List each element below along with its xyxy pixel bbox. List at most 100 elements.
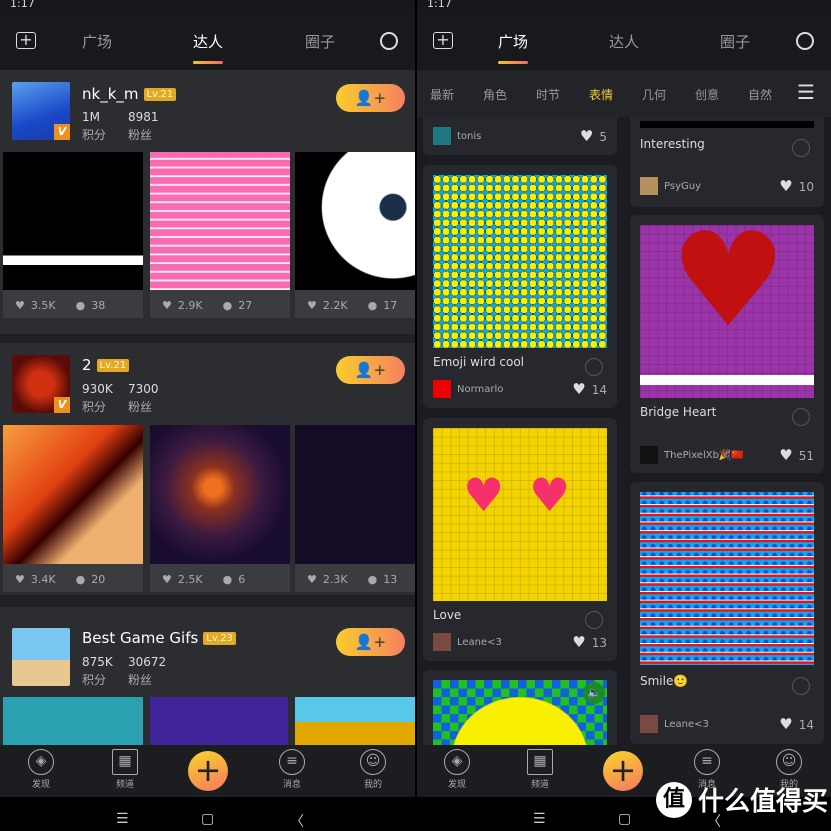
- watermark-icon: 值: [656, 781, 692, 818]
- category-seasons[interactable]: 时节: [536, 86, 560, 103]
- author-name[interactable]: Leane<3: [457, 637, 502, 648]
- fans-label: 粉丝: [128, 400, 153, 414]
- cast-icon[interactable]: [792, 139, 810, 157]
- heart-icon[interactable]: ♥: [572, 380, 585, 398]
- avatar[interactable]: V: [12, 82, 70, 140]
- sound-icon[interactable]: 🔈: [583, 682, 605, 704]
- cast-icon[interactable]: [792, 677, 810, 695]
- work-card[interactable]: ♥ ♥ Love Leane<3 ♥ 13: [423, 418, 617, 661]
- user-name[interactable]: Best Game Gifs: [82, 629, 198, 647]
- tab-experts[interactable]: 达人: [609, 31, 639, 52]
- work-thumb[interactable]: [3, 697, 143, 747]
- work-card[interactable]: ♥ Bridge Heart ThePixelXb🎉🇨🇳 ♥ 51: [630, 215, 824, 473]
- tv-add-icon[interactable]: +: [433, 32, 453, 49]
- tv-add-icon[interactable]: +: [16, 32, 36, 49]
- nav-label: 发现: [31, 780, 50, 790]
- cast-icon[interactable]: [585, 358, 603, 376]
- user-name[interactable]: nk_k_m: [82, 85, 139, 103]
- work-image[interactable]: [433, 175, 607, 348]
- nav-me[interactable]: ☺ 我的: [353, 749, 393, 790]
- create-button[interactable]: +: [603, 751, 643, 791]
- author-name[interactable]: Normarlo: [457, 384, 503, 395]
- comments-count: 27: [238, 299, 253, 312]
- nav-channels[interactable]: ▦ 频道: [105, 749, 145, 790]
- top-header: + 广场 达人 圈子: [417, 14, 831, 70]
- work-thumb[interactable]: ♥ 2.2K ● 17: [295, 152, 415, 318]
- avatar[interactable]: V: [12, 355, 70, 413]
- likes-count: 51: [798, 449, 814, 463]
- work-thumb[interactable]: ♥ 2.5K ● 6: [150, 425, 290, 592]
- likes-count: 3.5K: [30, 299, 56, 312]
- work-thumb[interactable]: ♥ 2.3K ● 13: [295, 425, 415, 592]
- work-title: Emoji wird cool: [433, 355, 525, 369]
- author-name[interactable]: Leane<3: [664, 719, 709, 730]
- status-time: 1:17: [10, 0, 35, 10]
- work-image[interactable]: ♥ ♥: [433, 428, 607, 601]
- user-avatar: [640, 446, 658, 464]
- work-thumb[interactable]: [295, 697, 415, 747]
- search-icon[interactable]: [796, 32, 814, 50]
- follow-button[interactable]: 👤+: [336, 84, 405, 112]
- heart-icon[interactable]: ♥: [779, 446, 792, 464]
- work-thumb[interactable]: ♥ 2.9K ● 27: [150, 152, 290, 318]
- work-thumb[interactable]: ♥ 3.4K ● 20: [3, 425, 143, 592]
- cast-icon[interactable]: [585, 611, 603, 629]
- category-characters[interactable]: 角色: [483, 86, 507, 103]
- avatar[interactable]: [12, 628, 70, 686]
- nav-discover[interactable]: ◈ 发现: [437, 749, 477, 790]
- level-badge: Lv.21: [143, 88, 177, 101]
- back-icon[interactable]: 〈: [290, 811, 304, 831]
- heart-icon[interactable]: ♥: [779, 177, 792, 195]
- tab-circles[interactable]: 圈子: [305, 31, 335, 52]
- work-thumb[interactable]: [150, 697, 288, 747]
- work-image[interactable]: [640, 492, 814, 665]
- user-card: V 2 Lv.21 930K 7300 积分 粉丝 👤+ ♥ 3.4K ● 20 ♥ 2.…: [0, 343, 415, 595]
- tab-experts[interactable]: 达人: [193, 31, 224, 64]
- work-card[interactable]: Emoji wird cool Normarlo ♥ 14: [423, 165, 617, 408]
- top-header: + 广场 达人 圈子: [0, 14, 415, 70]
- nav-discover[interactable]: ◈ 发现: [21, 749, 61, 790]
- menu-icon[interactable]: ☰: [116, 811, 129, 827]
- work-image[interactable]: [640, 121, 814, 128]
- comment-icon: ●: [367, 299, 378, 312]
- follow-button[interactable]: 👤+: [336, 356, 405, 384]
- nav-messages[interactable]: ≡ 消息: [272, 749, 312, 790]
- heart-icon[interactable]: ♥: [580, 127, 593, 145]
- tab-square[interactable]: 广场: [82, 31, 112, 52]
- tab-circles[interactable]: 圈子: [720, 31, 750, 52]
- heart-eye: ♥: [529, 468, 571, 522]
- tab-square[interactable]: 广场: [498, 31, 529, 64]
- author-name[interactable]: tonis: [457, 131, 481, 142]
- comment-icon: ●: [222, 573, 233, 586]
- right-screen: 1:17 + 广场 达人 圈子 最新 角色 时节 表情 几何 创意 自然 ☰ t…: [417, 0, 831, 831]
- likes-count: 2.5K: [177, 573, 203, 586]
- home-icon[interactable]: ▢: [618, 811, 631, 827]
- work-card[interactable]: tonis ♥ 5: [423, 117, 617, 155]
- work-thumb[interactable]: ♥ 3.5K ● 38: [3, 152, 143, 318]
- heart-icon[interactable]: ♥: [572, 633, 585, 651]
- create-button[interactable]: +: [188, 751, 228, 791]
- user-name[interactable]: 2: [82, 356, 92, 374]
- user-avatar: [640, 715, 658, 733]
- work-image[interactable]: ♥: [640, 215, 814, 398]
- category-emoji[interactable]: 表情: [589, 86, 613, 103]
- cast-icon[interactable]: [792, 408, 810, 426]
- points-value: 930K: [82, 382, 113, 396]
- menu-icon[interactable]: ☰: [533, 811, 546, 827]
- home-icon[interactable]: ▢: [201, 811, 214, 827]
- category-geometry[interactable]: 几何: [642, 86, 666, 103]
- category-creative[interactable]: 创意: [695, 86, 719, 103]
- author-name[interactable]: PsyGuy: [664, 181, 701, 192]
- category-nature[interactable]: 自然: [748, 86, 772, 103]
- heart-icon[interactable]: ♥: [779, 715, 792, 733]
- author-name[interactable]: ThePixelXb🎉🇨🇳: [664, 450, 744, 461]
- category-latest[interactable]: 最新: [430, 86, 454, 103]
- nav-channels[interactable]: ▦ 频道: [520, 749, 560, 790]
- search-icon[interactable]: [380, 32, 398, 50]
- work-card[interactable]: Smile🙂 Leane<3 ♥ 14: [630, 482, 824, 744]
- likes-count: 2.2K: [322, 299, 348, 312]
- nav-label: 消息: [282, 780, 301, 790]
- follow-button[interactable]: 👤+: [336, 628, 405, 656]
- menu-icon[interactable]: ☰: [797, 80, 815, 104]
- work-card[interactable]: Interesting PsyGuy ♥ 10: [630, 117, 824, 207]
